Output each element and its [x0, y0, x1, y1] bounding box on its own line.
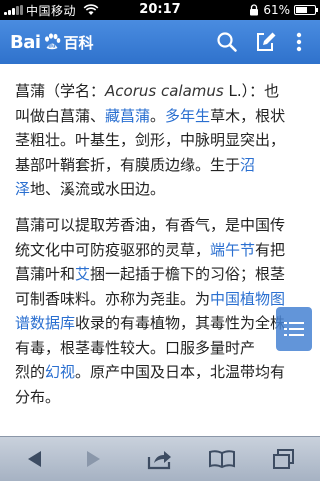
text-line: 基部叶鞘套折，有膜质边缘。生于沼	[15, 153, 305, 178]
text-segment: 统文化中可防疫驱邪的灵草，	[15, 240, 211, 259]
paragraph-intro: 菖蒲（学名：Acorus calamus L.）：也 叫做白菖蒲、藏菖蒲。多年生…	[15, 79, 305, 202]
text-segment: 菖蒲（学名：	[15, 82, 106, 100]
link-plant-database[interactable]: 谱数据库	[15, 314, 75, 332]
text-segment: 有把	[255, 240, 286, 259]
table-of-contents-button[interactable]	[276, 307, 312, 351]
link-mugwort[interactable]: 艾	[75, 265, 90, 283]
link-zang-changpu[interactable]: 藏菖蒲	[105, 107, 150, 125]
browser-toolbar	[0, 436, 320, 481]
text-line: 菖蒲（学名：Acorus calamus L.）：也	[15, 79, 305, 104]
text-line: 谱数据库收录的有毒植物，其毒性为全株	[15, 311, 305, 336]
app-header: Bai du 百科	[0, 20, 320, 64]
forward-button[interactable]	[76, 443, 112, 475]
text-line: 可制香味料。亦称为尧韭。为中国植物图	[15, 287, 305, 312]
edit-button[interactable]	[251, 28, 281, 56]
link-swamp[interactable]: 沼	[240, 156, 255, 174]
article-content[interactable]: 菖蒲（学名：Acorus calamus L.）：也 叫做白菖蒲、藏菖蒲。多年生…	[0, 64, 320, 430]
bookmarks-button[interactable]	[204, 443, 240, 475]
tabs-button[interactable]	[266, 443, 302, 475]
more-button[interactable]	[284, 28, 314, 56]
rotation-lock-icon	[250, 4, 259, 16]
text-line: 茎粗壮。叶基生，剑形，中脉明显突出，	[15, 131, 286, 149]
baidu-baike-logo[interactable]: Bai du 百科	[10, 28, 94, 56]
link-swamp[interactable]: 泽	[15, 180, 30, 198]
search-button[interactable]	[212, 28, 242, 56]
text-segment: 菖蒲叶和	[15, 265, 76, 283]
share-button[interactable]	[142, 443, 178, 475]
battery-icon	[294, 5, 318, 15]
search-icon	[217, 32, 237, 52]
text-segment: L.）：也	[223, 82, 280, 100]
paw-icon: du	[44, 33, 60, 50]
text-segment: 捆一起插于檐下的习俗；根茎	[90, 265, 286, 283]
link-hallucination[interactable]: 幻视	[45, 363, 75, 381]
tabs-icon	[273, 449, 294, 469]
back-icon	[28, 451, 41, 467]
logo-text-baike: 百科	[63, 33, 94, 52]
text-line: 菖蒲叶和艾捆一起插于檐下的习俗；根茎	[15, 262, 305, 287]
text-line: 分布。	[15, 387, 61, 406]
logo-text-bai: Bai	[10, 31, 41, 53]
edit-icon	[257, 32, 276, 51]
svg-text:du: du	[48, 44, 56, 50]
link-dragon-boat-festival[interactable]: 端午节	[210, 241, 255, 259]
text-segment: 。原产中国及日本，北温带均有	[75, 363, 286, 381]
text-line: 烈的幻视。原产中国及日本，北温带均有	[15, 360, 305, 385]
text-line: 叫做白菖蒲、藏菖蒲。多年生草木，根状	[15, 104, 305, 129]
text-line: 菖蒲可以提取芳香油，有香气，是中国传	[15, 216, 286, 234]
text-segment: 草木，根状	[210, 106, 286, 125]
status-bar: 中国移动 20:17 61%	[0, 0, 320, 20]
text-segment: 。	[150, 106, 166, 125]
link-perennial[interactable]: 多年生	[165, 107, 210, 125]
text-line: 泽地、溪流或水田边。	[15, 177, 305, 202]
text-segment: 收录的有毒植物，其毒性为全株	[75, 314, 286, 332]
more-icon	[296, 32, 302, 52]
back-button[interactable]	[16, 443, 52, 475]
text-segment: 可制香味料。亦称为尧韭。为	[15, 289, 211, 308]
latin-name: Acorus calamus	[105, 82, 224, 100]
paragraph-uses: 菖蒲可以提取芳香油，有香气，是中国传 统文化中可防疫驱邪的灵草，端午节有把 菖蒲…	[15, 213, 305, 409]
list-icon	[284, 322, 304, 336]
status-right: 61%	[249, 0, 318, 20]
text-segment: 叫做白菖蒲、	[15, 106, 106, 125]
text-segment: 基部叶鞘套折，有膜质边缘。生于	[15, 155, 241, 174]
text-line: 有毒，根茎毒性较大。口服多量时产	[15, 338, 256, 357]
text-segment: 地、溪流或水田边。	[30, 180, 166, 198]
forward-icon	[87, 451, 100, 467]
text-segment: 烈的	[15, 363, 46, 381]
text-line: 统文化中可防疫驱邪的灵草，端午节有把	[15, 238, 305, 263]
bookmarks-icon	[209, 450, 235, 469]
battery-percent: 61%	[263, 3, 290, 17]
share-icon	[147, 451, 171, 470]
link-plant-database[interactable]: 中国植物图	[210, 290, 285, 308]
